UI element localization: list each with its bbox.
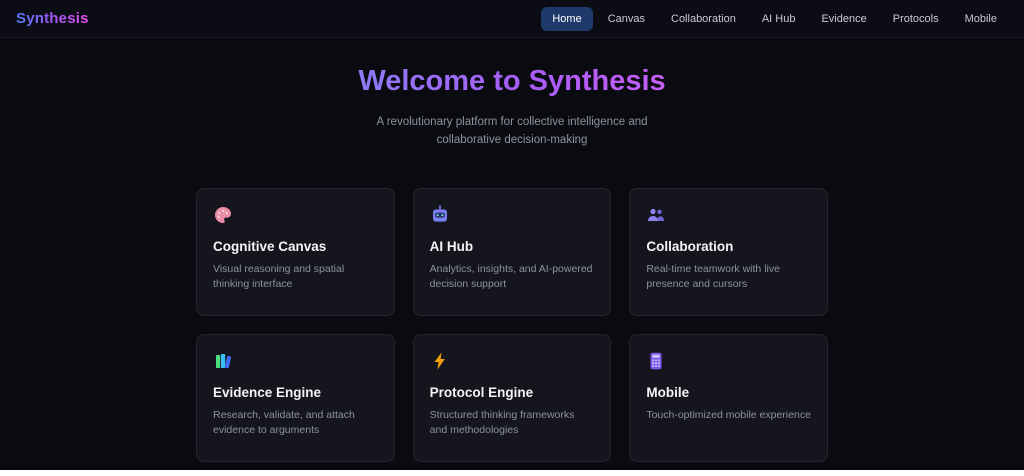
nav-item-home[interactable]: Home: [541, 6, 593, 31]
card-evidence-engine[interactable]: Evidence Engine Research, validate, and …: [196, 333, 395, 462]
palette-icon: [213, 205, 378, 227]
phone-icon: [646, 351, 811, 373]
books-icon: [213, 351, 378, 373]
card-description: Research, validate, and attach evidence …: [213, 408, 355, 437]
robot-icon: [430, 205, 595, 227]
hero-section: Welcome to Synthesis A revolutionary pla…: [0, 65, 1024, 150]
page-subtitle: A revolutionary platform for collective …: [376, 116, 648, 146]
card-protocol-engine[interactable]: Protocol Engine Structured thinking fram…: [412, 333, 612, 462]
nav-item-collaboration[interactable]: Collaboration: [660, 7, 747, 31]
top-navigation-bar: Synthesis Home Canvas Collaboration AI H…: [0, 0, 1024, 38]
card-title: Protocol Engine: [429, 384, 534, 400]
nav-item-protocols[interactable]: Protocols: [882, 7, 950, 31]
card-description: Structured thinking frameworks and metho…: [429, 408, 575, 437]
card-collaboration[interactable]: Collaboration Real-time teamwork with li…: [629, 187, 828, 316]
card-ai-hub[interactable]: AI Hub Analytics, insights, and AI-power…: [412, 187, 612, 316]
card-title: AI Hub: [429, 238, 474, 254]
nav-item-ai-hub[interactable]: AI Hub: [751, 7, 807, 31]
lightning-icon: [430, 351, 595, 373]
card-title: Mobile: [646, 384, 690, 400]
brand-logo[interactable]: Synthesis: [16, 10, 89, 27]
feature-card-grid: Cognitive Canvas Visual reasoning and sp…: [196, 187, 828, 462]
card-mobile[interactable]: Mobile Touch-optimized mobile experience: [629, 333, 828, 462]
main-nav: Home Canvas Collaboration AI Hub Evidenc…: [541, 6, 1008, 31]
card-description: Visual reasoning and spatial thinking in…: [213, 262, 345, 291]
card-title: Cognitive Canvas: [213, 238, 327, 254]
nav-item-canvas[interactable]: Canvas: [597, 7, 656, 31]
card-description: Analytics, insights, and AI-powered deci…: [429, 262, 593, 291]
card-title: Evidence Engine: [213, 384, 322, 400]
nav-item-evidence[interactable]: Evidence: [810, 7, 877, 31]
page-bottom-strip: [0, 470, 1024, 476]
card-description: Touch-optimized mobile experience: [646, 408, 811, 421]
card-description: Real-time teamwork with live presence an…: [646, 262, 780, 291]
people-icon: [646, 205, 811, 227]
page-title: Welcome to Synthesis: [358, 65, 666, 97]
nav-item-mobile[interactable]: Mobile: [954, 7, 1008, 31]
card-cognitive-canvas[interactable]: Cognitive Canvas Visual reasoning and sp…: [196, 187, 395, 316]
card-title: Collaboration: [646, 238, 734, 254]
